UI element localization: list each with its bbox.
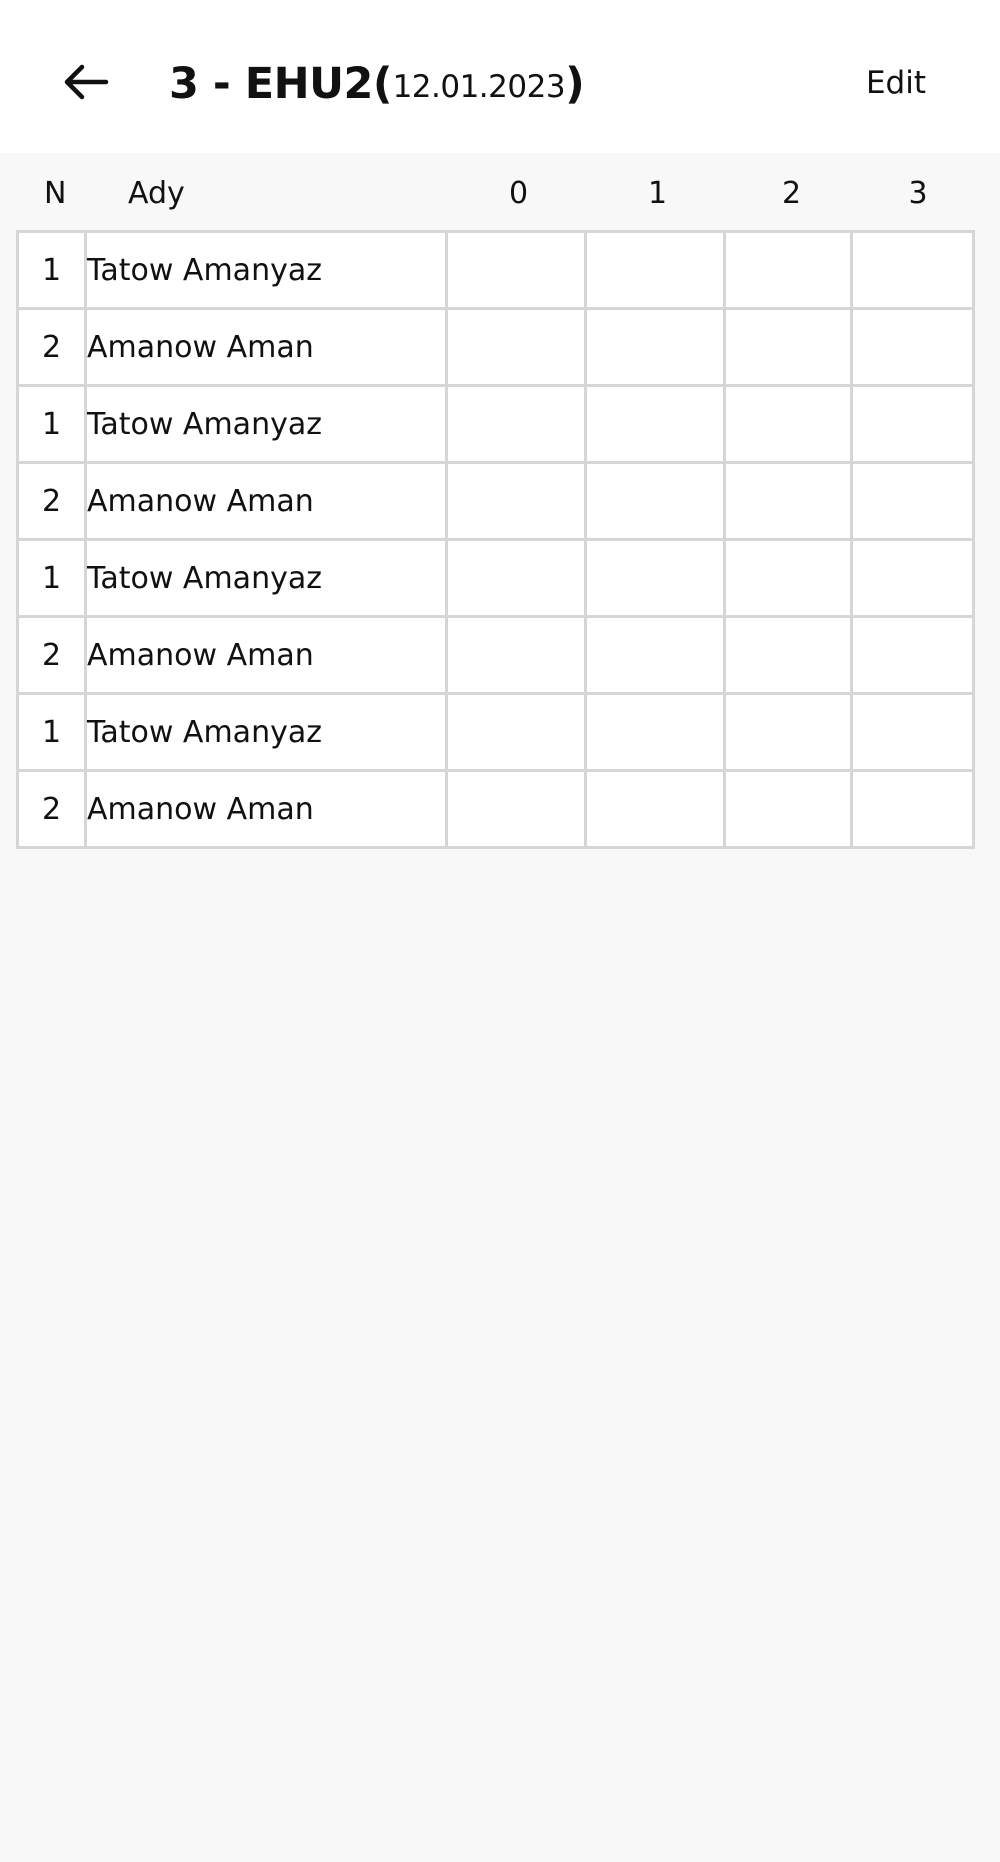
grade-cell-0[interactable] [445, 461, 587, 541]
header-col-3: 3 [908, 176, 928, 211]
student-name-cell: Tatow Amanyaz [84, 692, 448, 772]
grade-cell-1[interactable] [584, 692, 726, 772]
row-number-cell: 1 [16, 230, 87, 310]
row-number-cell: 2 [16, 615, 87, 695]
table-row: 1 Tatow Amanyaz [16, 692, 975, 772]
table-header: N Ady 0 1 2 3 [0, 160, 1000, 228]
row-number-cell: 2 [16, 461, 87, 541]
grade-cell-2[interactable] [723, 538, 853, 618]
table-row: 2 Amanow Aman [16, 307, 975, 387]
grade-cell-1[interactable] [584, 461, 726, 541]
row-number-cell: 2 [16, 307, 87, 387]
header-col-1: 1 [647, 176, 668, 211]
grade-cell-3[interactable] [850, 769, 975, 849]
student-name-cell: Tatow Amanyaz [84, 230, 448, 310]
page-title: 3 - EHU2(12.01.2023) [169, 54, 585, 114]
grade-cell-2[interactable] [723, 307, 853, 387]
header-col-0: 0 [508, 176, 529, 211]
grade-cell-1[interactable] [584, 230, 726, 310]
grade-cell-0[interactable] [445, 769, 587, 849]
table-row: 2 Amanow Aman [16, 769, 975, 849]
row-number-cell: 2 [16, 769, 87, 849]
grade-cell-3[interactable] [850, 307, 975, 387]
grade-cell-0[interactable] [445, 615, 587, 695]
edit-button[interactable]: Edit [866, 58, 926, 108]
header-col-2: 2 [781, 176, 802, 211]
grade-cell-2[interactable] [723, 230, 853, 310]
row-number-cell: 1 [16, 692, 87, 772]
grade-cell-0[interactable] [445, 230, 587, 310]
grade-cell-2[interactable] [723, 461, 853, 541]
title-date: 12.01.2023 [392, 69, 566, 105]
student-name-cell: Amanow Aman [84, 615, 448, 695]
app-bar: 3 - EHU2(12.01.2023) Edit [0, 0, 1000, 153]
header-number: N [44, 176, 67, 211]
grade-cell-1[interactable] [584, 538, 726, 618]
student-name-cell: Amanow Aman [84, 769, 448, 849]
grade-cell-3[interactable] [850, 615, 975, 695]
table-row: 2 Amanow Aman [16, 461, 975, 541]
grade-cell-0[interactable] [445, 307, 587, 387]
grade-cell-1[interactable] [584, 384, 726, 464]
back-button[interactable] [56, 52, 116, 112]
row-number-cell: 1 [16, 384, 87, 464]
arrow-left-icon [64, 64, 109, 100]
header-name: Ady [128, 176, 185, 211]
table-row: 1 Tatow Amanyaz [16, 538, 975, 618]
table-row: 1 Tatow Amanyaz [16, 230, 975, 310]
attendance-table: 1 Tatow Amanyaz 2 Amanow Aman 1 Tatow Amanyaz… [16, 230, 975, 849]
grade-cell-3[interactable] [850, 384, 975, 464]
student-name-cell: Amanow Aman [84, 461, 448, 541]
grade-cell-1[interactable] [584, 769, 726, 849]
student-name-cell: Amanow Aman [84, 307, 448, 387]
grade-cell-1[interactable] [584, 307, 726, 387]
row-number-cell: 1 [16, 538, 87, 618]
grade-cell-3[interactable] [850, 230, 975, 310]
grade-cell-3[interactable] [850, 692, 975, 772]
student-name-cell: Tatow Amanyaz [84, 538, 448, 618]
title-close-paren: ) [565, 59, 585, 109]
title-open-paren: ( [372, 59, 393, 109]
table-row: 2 Amanow Aman [16, 615, 975, 695]
grade-cell-0[interactable] [445, 384, 587, 464]
title-group-name: 3 - EHU2 [169, 59, 373, 109]
grade-cell-0[interactable] [445, 538, 587, 618]
grade-cell-3[interactable] [850, 461, 975, 541]
student-name-cell: Tatow Amanyaz [84, 384, 448, 464]
grade-cell-2[interactable] [723, 692, 853, 772]
grade-cell-1[interactable] [584, 615, 726, 695]
grade-cell-3[interactable] [850, 538, 975, 618]
grade-cell-2[interactable] [723, 384, 853, 464]
grade-cell-2[interactable] [723, 769, 853, 849]
grade-cell-0[interactable] [445, 692, 587, 772]
grade-cell-2[interactable] [723, 615, 853, 695]
table-row: 1 Tatow Amanyaz [16, 384, 975, 464]
